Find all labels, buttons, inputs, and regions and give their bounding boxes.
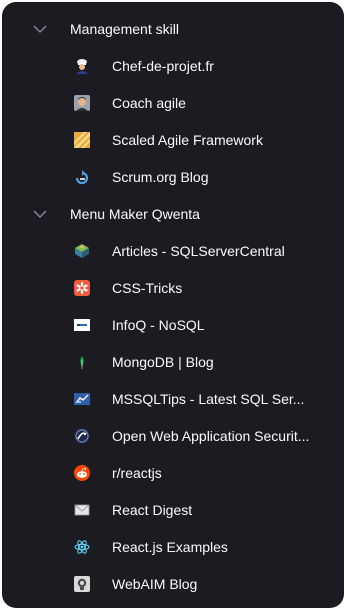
folder-menu-maker-qwenta[interactable]: Menu Maker Qwenta <box>2 195 344 232</box>
folder-label: Menu Maker Qwenta <box>70 205 200 222</box>
bookmark-infoq[interactable]: InfoQ - NoSQL <box>2 306 344 343</box>
folder-label: Management skill <box>70 20 179 37</box>
bookmark-react-examples[interactable]: React.js Examples <box>2 528 344 565</box>
chevron-down-icon[interactable] <box>32 21 48 37</box>
coach-agile-favicon-icon <box>74 94 90 111</box>
bookmark-label: InfoQ - NoSQL <box>112 316 205 333</box>
bookmark-label: WebAIM Blog <box>112 575 198 592</box>
bookmark-scrum-org[interactable]: Scrum.org Blog <box>2 158 344 195</box>
bookmark-label: Scaled Agile Framework <box>112 131 263 148</box>
bookmark-owasp[interactable]: Open Web Application Securit... <box>2 417 344 454</box>
bookmark-chef-de-projet[interactable]: Chef-de-projet.fr <box>2 47 344 84</box>
bookmark-label: MongoDB | Blog <box>112 353 214 370</box>
scaled-agile-favicon-icon <box>74 131 90 148</box>
chef-de-projet-favicon-icon <box>74 58 90 74</box>
bookmark-webaim[interactable]: WebAIM Blog <box>2 565 344 602</box>
infoq-favicon-icon <box>74 317 90 333</box>
mssqltips-favicon-icon <box>74 391 90 407</box>
bookmark-sqlservercentral[interactable]: Articles - SQLServerCentral <box>2 232 344 269</box>
owasp-favicon-icon <box>74 428 90 444</box>
chevron-down-icon[interactable] <box>32 206 48 222</box>
bookmark-label: Coach agile <box>112 94 186 111</box>
bookmark-mssqltips[interactable]: MSSQLTips - Latest SQL Ser... <box>2 380 344 417</box>
bookmark-coach-agile[interactable]: Coach agile <box>2 84 344 121</box>
bookmark-react-digest[interactable]: React Digest <box>2 491 344 528</box>
bookmark-label: Open Web Application Securit... <box>112 427 310 444</box>
css-tricks-favicon-icon <box>74 279 90 296</box>
react-digest-envelope-icon <box>74 502 90 518</box>
bookmark-label: Articles - SQLServerCentral <box>112 242 285 259</box>
bookmark-css-tricks[interactable]: CSS-Tricks <box>2 269 344 306</box>
webaim-favicon-icon <box>74 575 90 592</box>
bookmark-label: React.js Examples <box>112 538 228 555</box>
bookmark-label: CSS-Tricks <box>112 279 183 296</box>
reddit-favicon-icon <box>74 464 90 481</box>
mongodb-leaf-icon <box>74 354 90 370</box>
sqlservercentral-favicon-icon <box>74 243 90 259</box>
scrum-org-favicon-icon <box>74 169 90 185</box>
bookmark-label: MSSQLTips - Latest SQL Ser... <box>112 390 305 407</box>
bookmark-label: Chef-de-projet.fr <box>112 57 214 74</box>
bookmark-label: r/reactjs <box>112 464 162 481</box>
folder-management-skill[interactable]: Management skill <box>2 10 344 47</box>
bookmark-scaled-agile[interactable]: Scaled Agile Framework <box>2 121 344 158</box>
bookmarks-panel: Management skill Chef-de-projet.fr Coach… <box>2 2 344 608</box>
bookmark-label: Scrum.org Blog <box>112 168 209 185</box>
bookmark-label: React Digest <box>112 501 193 518</box>
react-atom-icon <box>74 539 90 555</box>
bookmark-mongodb[interactable]: MongoDB | Blog <box>2 343 344 380</box>
bookmark-reddit-reactjs[interactable]: r/reactjs <box>2 454 344 491</box>
